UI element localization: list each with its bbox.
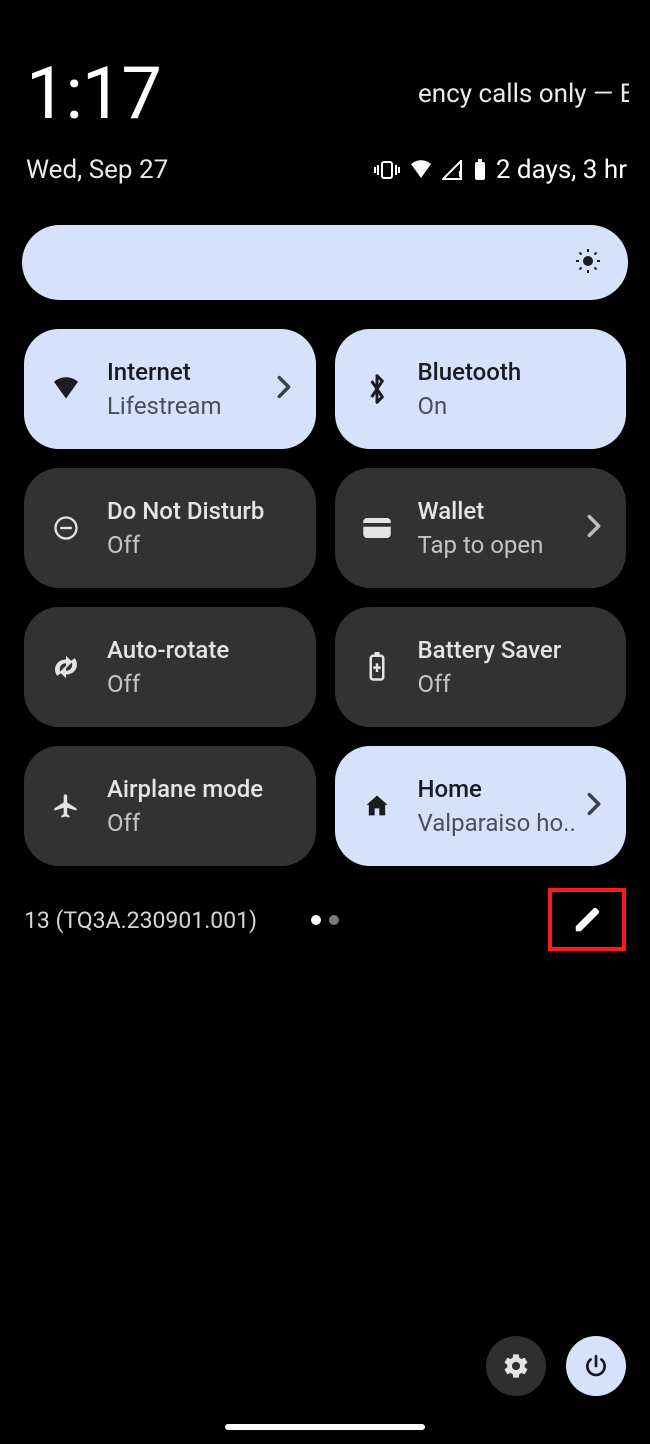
tile-wallet[interactable]: Wallet Tap to open	[335, 468, 627, 588]
wifi-icon	[49, 377, 83, 401]
tile-subtitle: Off	[418, 670, 602, 698]
chevron-right-icon	[277, 375, 291, 403]
page-indicator	[311, 915, 339, 925]
power-icon	[583, 1353, 609, 1379]
tile-batterysaver[interactable]: Battery Saver Off	[335, 607, 627, 727]
page-dot	[311, 915, 321, 925]
tile-subtitle: Off	[107, 809, 291, 837]
power-button[interactable]	[566, 1336, 626, 1396]
tile-title: Battery Saver	[418, 636, 602, 664]
battery-text: 2 days, 3 hr	[496, 155, 627, 185]
tile-title: Auto-rotate	[107, 636, 291, 664]
tile-home[interactable]: Home Valparaiso ho..	[335, 746, 627, 866]
battery-icon	[360, 652, 394, 682]
home-indicator[interactable]	[225, 1424, 425, 1430]
tile-subtitle: Off	[107, 531, 291, 559]
build-text: 13 (TQ3A.230901.001)	[24, 907, 257, 934]
tile-title: Airplane mode	[107, 775, 291, 803]
airplane-icon	[49, 792, 83, 820]
chevron-right-icon	[587, 792, 601, 820]
vibrate-icon	[374, 160, 400, 180]
gear-icon	[502, 1352, 530, 1380]
dnd-icon	[49, 514, 83, 542]
tile-title: Internet	[107, 358, 271, 386]
rotate-icon	[49, 652, 83, 682]
date-text: Wed, Sep 27	[26, 155, 168, 185]
tile-title: Do Not Disturb	[107, 497, 291, 525]
clock-time: 1:17	[26, 58, 161, 130]
home-icon	[360, 792, 394, 820]
brightness-icon	[575, 248, 601, 278]
battery-icon	[473, 159, 487, 181]
carrier-text: ency calls only — B	[418, 79, 629, 109]
tile-dnd[interactable]: Do Not Disturb Off	[24, 468, 316, 588]
wallet-icon	[360, 516, 394, 540]
edit-tiles-button[interactable]	[548, 888, 626, 951]
tile-bluetooth[interactable]: Bluetooth On	[335, 329, 627, 449]
page-dot	[329, 915, 339, 925]
tile-title: Wallet	[418, 497, 582, 525]
wifi-icon	[409, 160, 433, 180]
tile-subtitle: On	[418, 392, 602, 420]
tile-title: Bluetooth	[418, 358, 602, 386]
tile-subtitle: Off	[107, 670, 291, 698]
chevron-right-icon	[587, 514, 601, 542]
tile-subtitle: Lifestream	[107, 392, 271, 420]
svg-text:!: !	[458, 169, 461, 180]
tile-title: Home	[418, 775, 582, 803]
tile-airplane[interactable]: Airplane mode Off	[24, 746, 316, 866]
signal-icon: !	[442, 160, 464, 180]
tile-internet[interactable]: Internet Lifestream	[24, 329, 316, 449]
pencil-icon	[572, 905, 602, 935]
tile-subtitle: Tap to open	[418, 531, 582, 559]
tile-subtitle: Valparaiso ho..	[418, 809, 582, 837]
brightness-slider[interactable]	[22, 225, 628, 300]
tile-autorotate[interactable]: Auto-rotate Off	[24, 607, 316, 727]
status-icons: ! 2 days, 3 hr	[374, 155, 629, 185]
settings-button[interactable]	[486, 1336, 546, 1396]
bluetooth-icon	[360, 373, 394, 405]
